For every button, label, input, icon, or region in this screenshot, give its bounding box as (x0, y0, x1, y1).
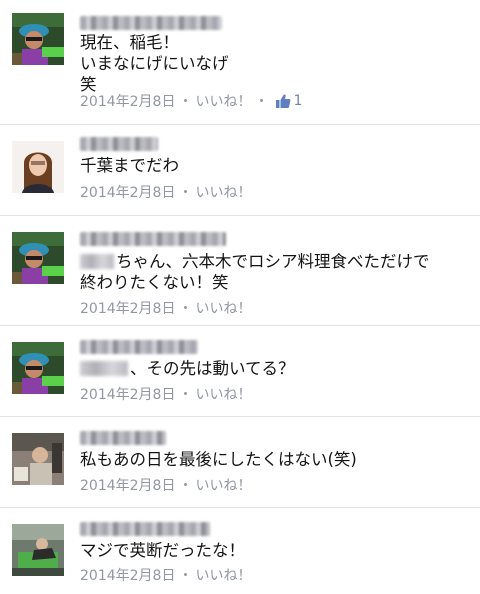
comment-text: マジで英断だったな！ (80, 541, 245, 560)
author-name-redacted[interactable] (80, 431, 166, 445)
author-name-redacted[interactable] (80, 522, 210, 536)
redacted-name-blur (80, 361, 128, 376)
avatar[interactable] (12, 13, 64, 65)
comment-meta: 2014年2月8日 ・ いいね！ (80, 384, 251, 404)
separator: ・ (254, 94, 269, 110)
author-name-redacted[interactable] (80, 232, 226, 246)
like-link[interactable]: いいね！ (195, 565, 251, 585)
like-link[interactable]: いいね！ (195, 91, 251, 111)
separator: ・ (178, 301, 193, 317)
comment-text: 、その先は動いてる？ (80, 358, 470, 379)
comment-list: 現在、稲毛！ いまなにげにいなげ 笑 2014年2月8日 ・ いいね！ ・ 1 (0, 0, 480, 594)
comment-item: 私もあの日を最後にしたくはない(笑) 2014年2月8日 ・ いいね！ (0, 417, 480, 508)
comment-text-content: 、その先は動いてる？ (130, 359, 295, 378)
avatar[interactable] (12, 433, 64, 485)
comment-text-content: ちゃん、六本木でロシア料理食べただけで 終わりたくない！笑 (80, 252, 430, 292)
comment-date: 2014年2月8日 (80, 301, 176, 317)
comment-date: 2014年2月8日 (80, 478, 176, 494)
comment-date: 2014年2月8日 (80, 94, 176, 110)
thumbs-up-icon (275, 93, 291, 109)
separator: ・ (178, 185, 193, 201)
avatar[interactable] (12, 524, 64, 576)
author-name-redacted[interactable] (80, 137, 158, 151)
comment-text: 私もあの日を最後にしたくはない(笑) (80, 450, 357, 469)
author-name-redacted[interactable] (80, 16, 222, 30)
comment-meta: 2014年2月8日 ・ いいね！ (80, 565, 251, 585)
avatar[interactable] (12, 342, 64, 394)
comment-meta: 2014年2月8日 ・ いいね！ ・ 1 (80, 91, 302, 111)
comment-text: 千葉までだわ (80, 156, 179, 175)
separator: ・ (178, 94, 193, 110)
comment-item: 現在、稲毛！ いまなにげにいなげ 笑 2014年2月8日 ・ いいね！ ・ 1 (0, 0, 480, 125)
avatar[interactable] (12, 141, 64, 193)
comment-meta: 2014年2月8日 ・ いいね！ (80, 182, 251, 202)
comment-date: 2014年2月8日 (80, 387, 176, 403)
comment-date: 2014年2月8日 (80, 185, 176, 201)
comment-text: 現在、稲毛！ いまなにげにいなげ 笑 (80, 33, 229, 94)
redacted-name-blur (80, 254, 114, 269)
avatar[interactable] (12, 232, 64, 284)
comment-text: ちゃん、六本木でロシア料理食べただけで 終わりたくない！笑 (80, 251, 470, 293)
author-name-redacted[interactable] (80, 340, 198, 354)
comment-meta: 2014年2月8日 ・ いいね！ (80, 475, 251, 495)
separator: ・ (178, 387, 193, 403)
like-link[interactable]: いいね！ (195, 182, 251, 202)
separator: ・ (178, 568, 193, 584)
comment-item: 、その先は動いてる？ 2014年2月8日 ・ いいね！ (0, 326, 480, 417)
like-link[interactable]: いいね！ (195, 298, 251, 318)
comment-item: ちゃん、六本木でロシア料理食べただけで 終わりたくない！笑 2014年2月8日 … (0, 216, 480, 326)
like-count[interactable]: 1 (293, 93, 302, 109)
comment-item: マジで英断だったな！ 2014年2月8日 ・ いいね！ (0, 508, 480, 594)
like-link[interactable]: いいね！ (195, 384, 251, 404)
comment-meta: 2014年2月8日 ・ いいね！ (80, 298, 251, 318)
like-link[interactable]: いいね！ (195, 475, 251, 495)
comment-date: 2014年2月8日 (80, 568, 176, 584)
separator: ・ (178, 478, 193, 494)
comment-item: 千葉までだわ 2014年2月8日 ・ いいね！ (0, 125, 480, 216)
